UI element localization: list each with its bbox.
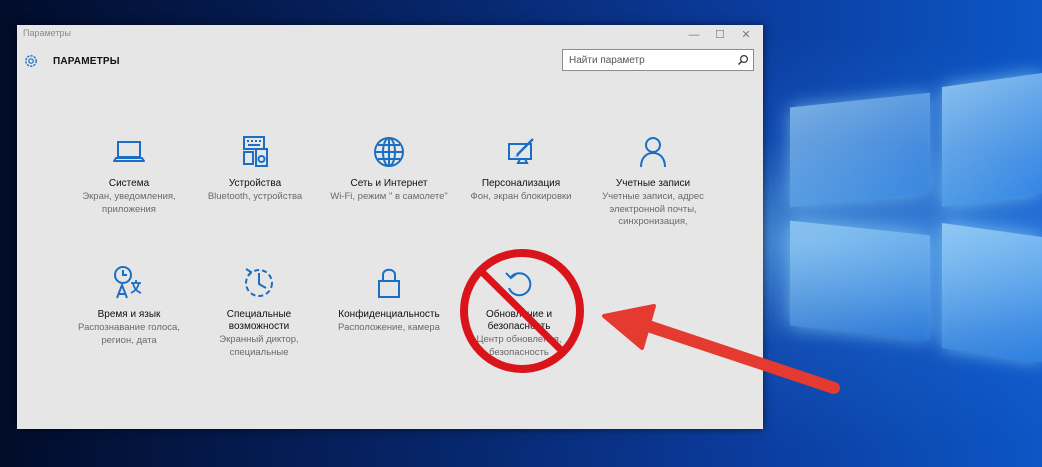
search-icon[interactable] bbox=[737, 54, 749, 66]
close-button[interactable]: ✕ bbox=[735, 27, 757, 43]
globe-icon bbox=[374, 137, 404, 167]
tile-label: Обновление и безопасность bbox=[485, 309, 553, 332]
search-input[interactable] bbox=[563, 50, 733, 70]
tile-description: Экранный диктор, специальные bbox=[219, 334, 299, 358]
gear-icon bbox=[25, 55, 37, 67]
update-icon bbox=[505, 272, 532, 297]
tile-personalization[interactable]: Персонализация Фон, экран блокировки bbox=[459, 132, 583, 204]
accessibility-icon bbox=[245, 268, 273, 297]
tile-description: Фон, экран блокировки bbox=[470, 191, 572, 202]
tile-label: Время и язык bbox=[97, 309, 161, 320]
title-bar[interactable]: Параметры — ☐ ✕ bbox=[17, 25, 763, 45]
time-language-icon bbox=[114, 266, 142, 299]
tile-description: Расположение, камера bbox=[338, 322, 440, 333]
maximize-button[interactable]: ☐ bbox=[709, 27, 731, 43]
windows-logo-pane bbox=[942, 72, 1042, 208]
personalization-icon bbox=[508, 138, 534, 164]
person-icon bbox=[640, 137, 666, 168]
tile-system[interactable]: Система Экран, уведомления, приложения bbox=[67, 132, 191, 216]
tile-label: Учетные записи bbox=[615, 178, 691, 189]
tile-description: Bluetooth, устройства bbox=[207, 191, 303, 202]
tile-description: Wi-Fi, режим " в самолете" bbox=[330, 191, 448, 202]
windows-logo-pane bbox=[942, 222, 1042, 363]
tile-description: Учетные записи, адрес электронной почты,… bbox=[602, 191, 704, 227]
minimize-button[interactable]: — bbox=[683, 27, 705, 43]
tile-description: Центр обновления, безопасность bbox=[476, 334, 562, 358]
tile-devices[interactable]: Устройства Bluetooth, устройства bbox=[193, 132, 317, 204]
tile-description: Экран, уведомления, приложения bbox=[82, 191, 176, 215]
devices-icon bbox=[243, 136, 268, 167]
tile-network[interactable]: Сеть и Интернет Wi-Fi, режим " в самолет… bbox=[327, 132, 451, 204]
tile-label: Сеть и Интернет bbox=[350, 178, 428, 189]
tile-accounts[interactable]: Учетные записи Учетные записи, адрес эле… bbox=[591, 132, 715, 229]
tile-description: Распознавание голоса, регион, дата bbox=[78, 322, 180, 346]
laptop-icon bbox=[113, 141, 145, 162]
tile-label: Персонализация bbox=[481, 178, 561, 189]
tile-label: Система bbox=[108, 178, 150, 189]
tile-update-security[interactable]: Обновление и безопасность Центр обновлен… bbox=[457, 263, 581, 359]
page-title: ПАРАМЕТРЫ bbox=[53, 56, 120, 67]
tile-time-language[interactable]: Время и язык Распознавание голоса, регио… bbox=[67, 263, 191, 347]
windows-logo-pane bbox=[790, 220, 930, 341]
tile-label: Устройства bbox=[228, 178, 282, 189]
window-title: Параметры bbox=[23, 28, 71, 38]
tile-label: Специальные возможности bbox=[226, 309, 292, 332]
windows-logo-pane bbox=[790, 92, 930, 208]
tile-privacy[interactable]: Конфиденциальность Расположение, камера bbox=[327, 263, 451, 335]
tile-label: Конфиденциальность bbox=[338, 309, 440, 320]
settings-window: Параметры — ☐ ✕ ПАРАМЕТРЫ Система Экран,… bbox=[17, 25, 763, 429]
search-box[interactable] bbox=[562, 49, 754, 71]
lock-icon bbox=[378, 268, 400, 298]
tile-accessibility[interactable]: Специальные возможности Экранный диктор,… bbox=[197, 263, 321, 359]
